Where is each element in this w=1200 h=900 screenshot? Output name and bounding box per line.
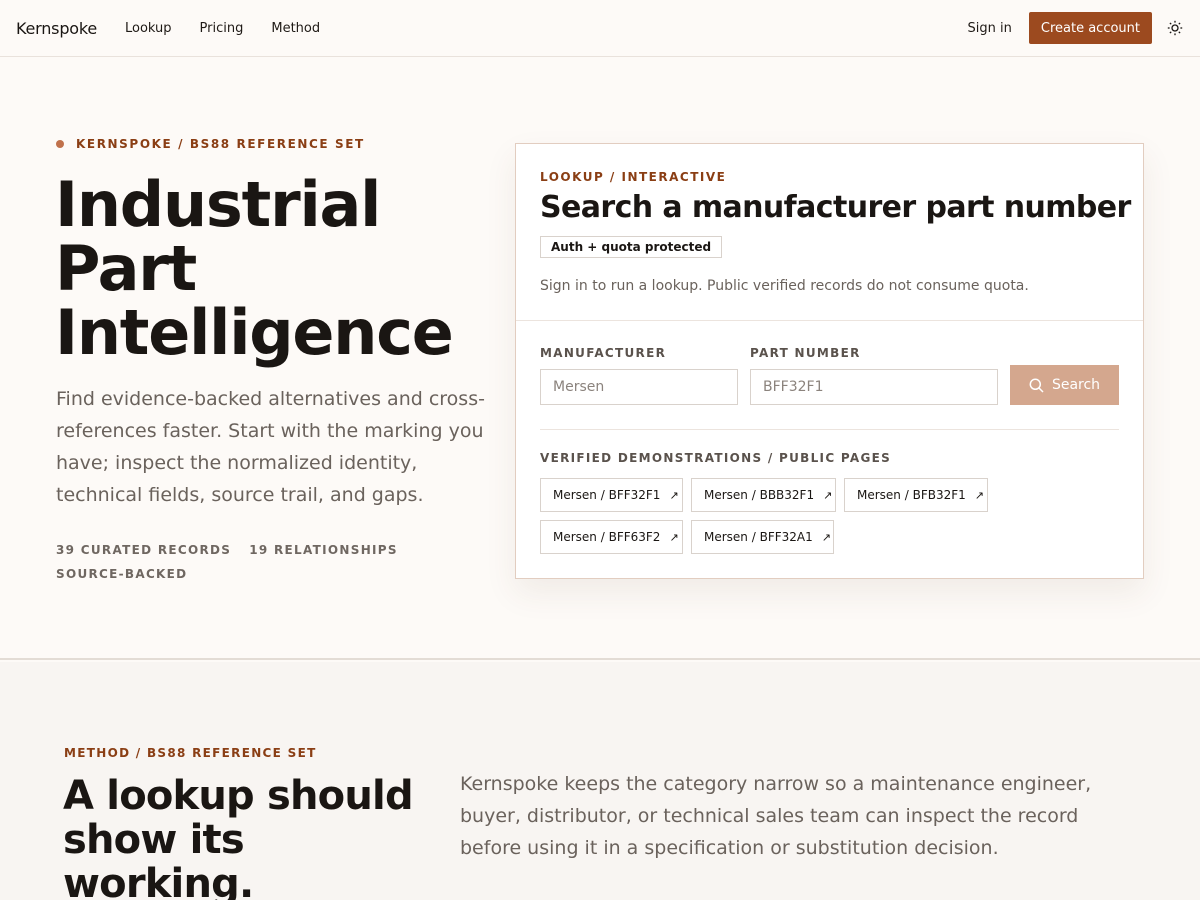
demo-link-label: Mersen / BBB32F1	[704, 488, 815, 502]
demo-link[interactable]: Mersen / BFF32F1 ↗	[540, 478, 683, 512]
stat-curated-records: 39 CURATED RECORDS	[56, 543, 232, 557]
auth-quota-badge: Auth + quota protected	[540, 236, 723, 258]
demo-link-label: Mersen / BFF32F1	[553, 488, 661, 502]
eyebrow-dot-icon	[56, 140, 64, 148]
hero-stats: 39 CURATED RECORDS 19 RELATIONSHIPS SOURC…	[56, 538, 416, 586]
demo-link-label: Mersen / BFF32A1	[704, 530, 813, 544]
hero-eyebrow: KERNSPOKE / BS88 REFERENCE SET	[56, 137, 365, 151]
demo-link-label: Mersen / BFF63F2	[553, 530, 661, 544]
part-number-input[interactable]	[750, 369, 998, 405]
primary-nav: Lookup Pricing Method	[125, 21, 348, 36]
external-arrow-icon: ↗	[669, 488, 679, 502]
header-actions: Sign in Create account	[968, 12, 1184, 44]
brand-logo[interactable]: Kernspoke	[16, 19, 97, 38]
hero-section: KERNSPOKE / BS88 REFERENCE SET Industria…	[0, 57, 1200, 660]
hero-title-line: Part	[55, 232, 197, 305]
method-body: Kernspoke keeps the category narrow so a…	[460, 773, 1092, 859]
demo-link[interactable]: Mersen / BFF63F2 ↗	[540, 520, 683, 554]
external-arrow-icon: ↗	[821, 530, 831, 544]
lookup-card: LOOKUP / INTERACTIVE Search a manufactur…	[515, 143, 1144, 579]
hero-lede: Find evidence-backed alternatives and cr…	[56, 388, 485, 506]
hero-title-line: Intelligence	[55, 296, 454, 369]
external-arrow-icon: ↗	[669, 530, 679, 544]
lookup-eyebrow: LOOKUP / INTERACTIVE	[540, 170, 727, 184]
lookup-note: Sign in to run a lookup. Public verified…	[540, 278, 1029, 294]
search-button-label: Search	[1051, 377, 1101, 393]
create-account-button[interactable]: Create account	[1028, 12, 1152, 44]
search-button[interactable]: Search	[1010, 365, 1119, 405]
nav-method[interactable]: Method	[271, 21, 320, 36]
stat-relationships: 19 RELATIONSHIPS	[249, 543, 398, 557]
stat-source-backed: SOURCE-BACKED	[56, 567, 188, 581]
top-navigation-bar: Kernspoke Lookup Pricing Method Sign in …	[0, 0, 1200, 57]
part-number-label: PART NUMBER	[750, 346, 861, 360]
external-arrow-icon: ↗	[823, 488, 833, 502]
lookup-title: Search a manufacturer part number	[540, 190, 1131, 225]
sun-icon[interactable]	[1166, 19, 1184, 37]
hero-title: Industrial Part Intelligence	[55, 173, 495, 365]
external-arrow-icon: ↗	[974, 488, 984, 502]
demo-link[interactable]: Mersen / BFB32F1 ↗	[844, 478, 988, 512]
method-title: A lookup should show its working.	[63, 773, 414, 900]
card-divider	[540, 429, 1119, 430]
hero-title-line: Industrial	[55, 168, 381, 241]
demo-link[interactable]: Mersen / BFF32A1 ↗	[691, 520, 834, 554]
lookup-card-header: LOOKUP / INTERACTIVE Search a manufactur…	[516, 144, 1143, 321]
manufacturer-input[interactable]	[540, 369, 738, 405]
manufacturer-label: MANUFACTURER	[540, 346, 667, 360]
method-eyebrow: METHOD / BS88 REFERENCE SET	[64, 746, 317, 760]
demo-link-label: Mersen / BFB32F1	[857, 488, 966, 502]
hero-eyebrow-text: KERNSPOKE / BS88 REFERENCE SET	[76, 137, 365, 151]
demo-link[interactable]: Mersen / BBB32F1 ↗	[691, 478, 836, 512]
sign-in-link[interactable]: Sign in	[968, 21, 1012, 36]
search-icon	[1029, 378, 1044, 393]
demos-label: VERIFIED DEMONSTRATIONS / PUBLIC PAGES	[540, 451, 892, 465]
method-section: METHOD / BS88 REFERENCE SET A lookup sho…	[0, 662, 1200, 900]
nav-pricing[interactable]: Pricing	[200, 21, 244, 36]
nav-lookup[interactable]: Lookup	[125, 21, 172, 36]
